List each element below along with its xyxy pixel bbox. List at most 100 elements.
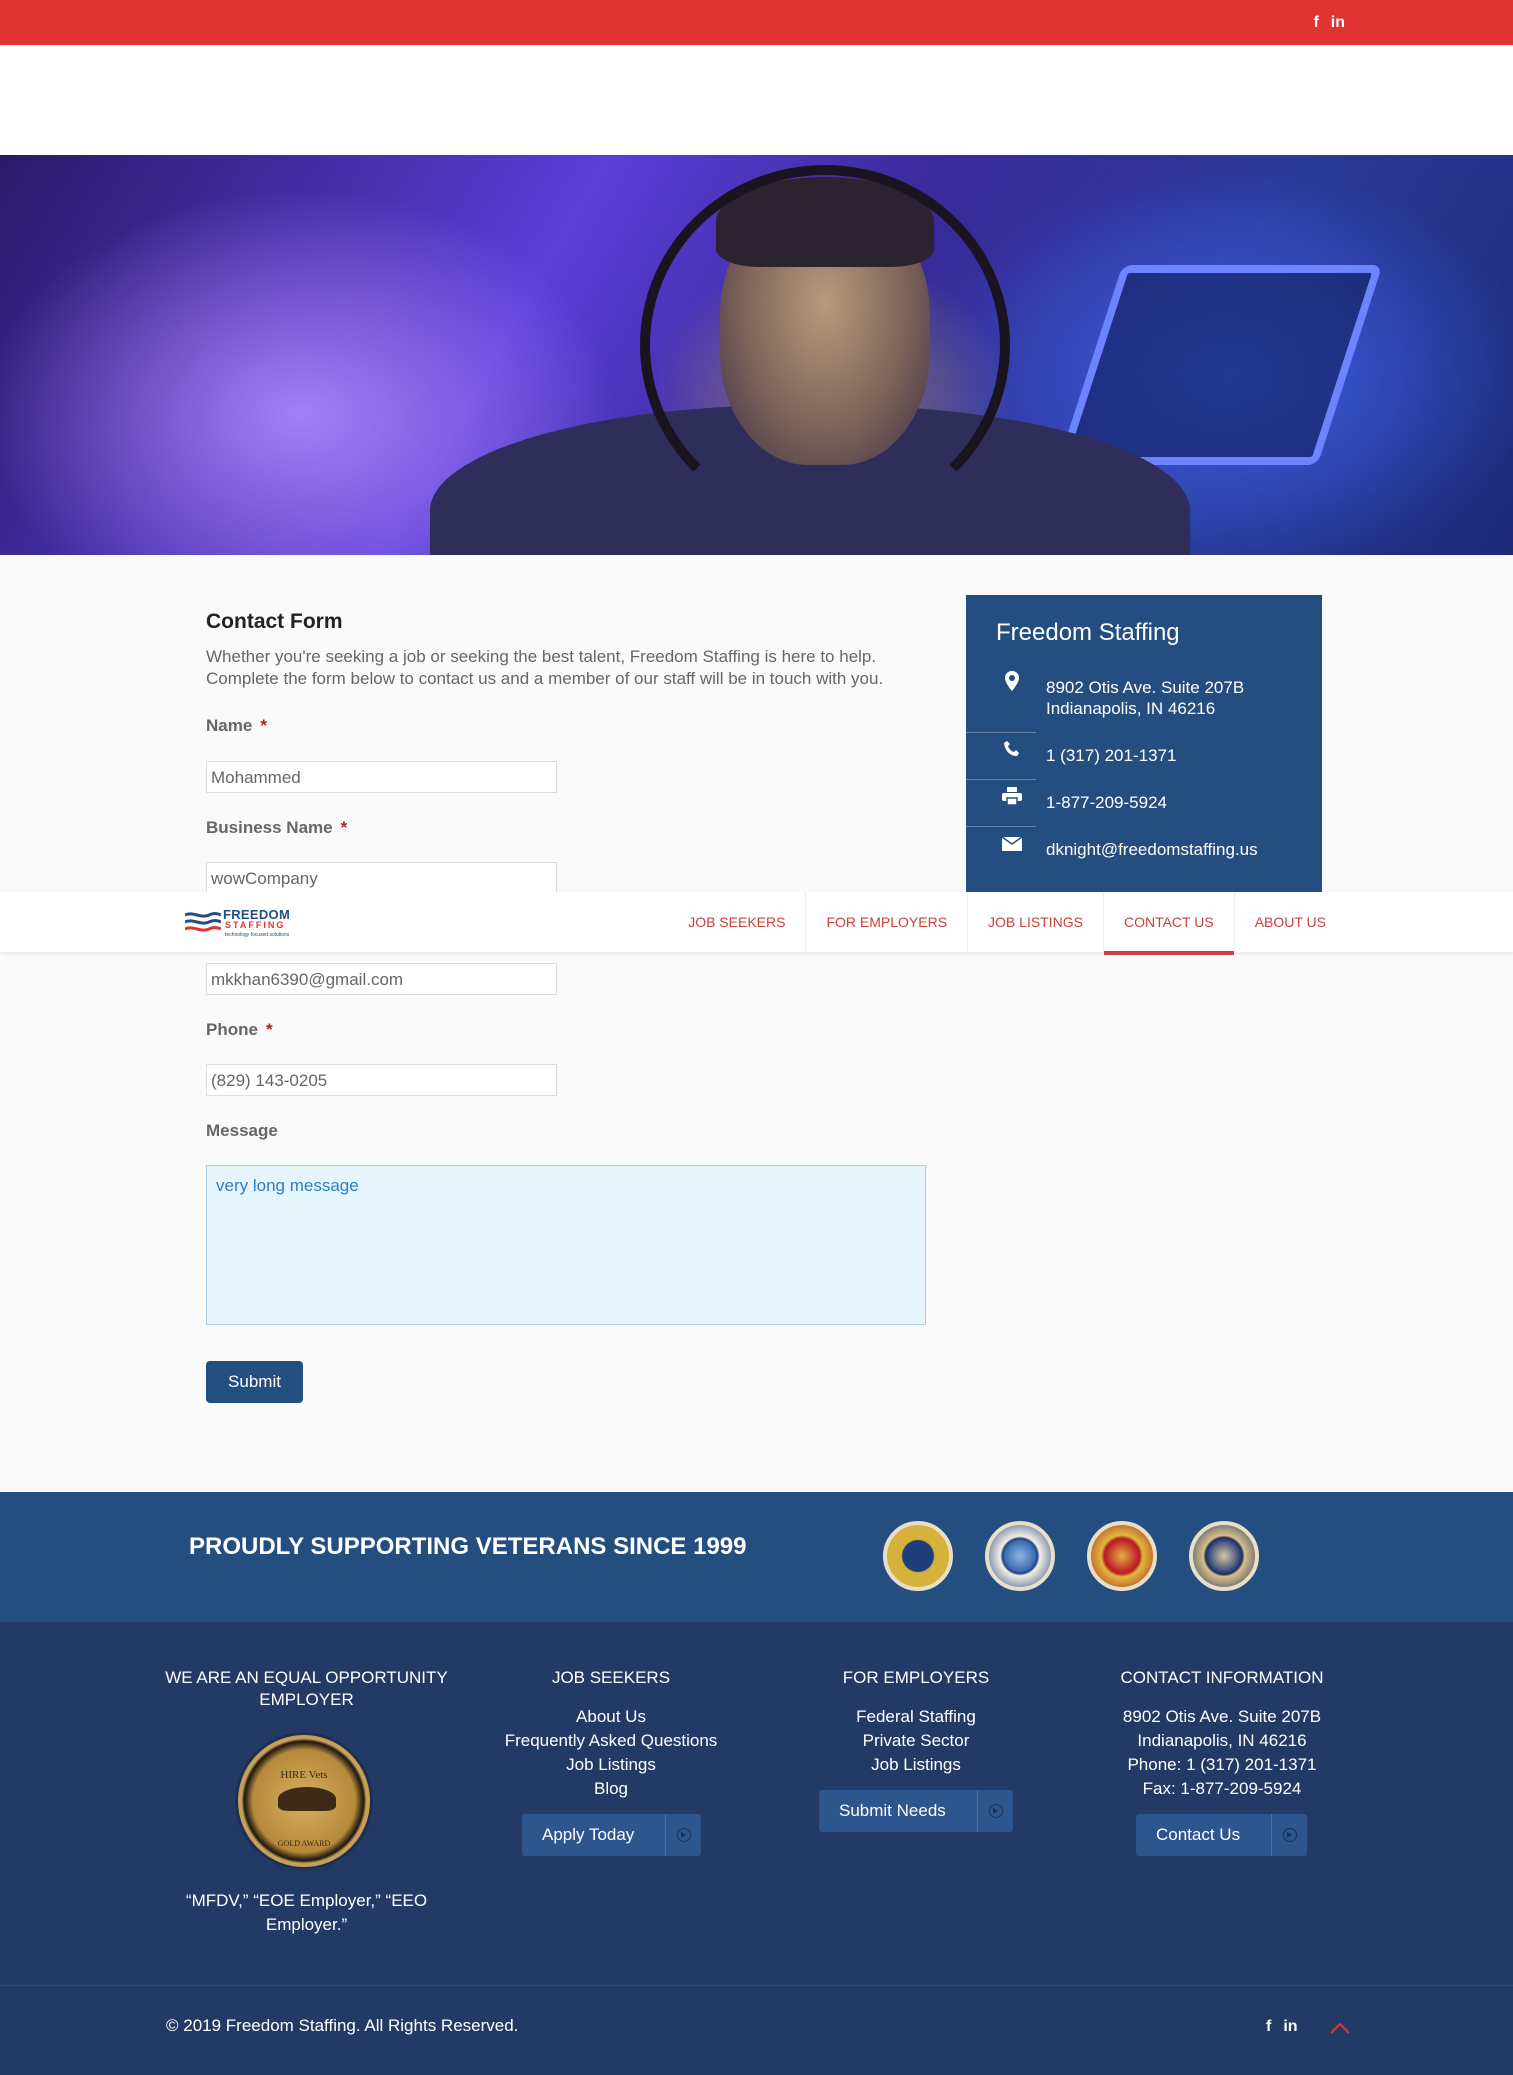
contact-us-button[interactable]: Contact Us: [1136, 1814, 1307, 1856]
main-navbar: FREEDOM STAFFING technology focused solu…: [0, 892, 1513, 955]
top-social-links: f in: [1313, 13, 1345, 33]
submit-needs-label: Submit Needs: [839, 1801, 946, 1820]
facebook-icon[interactable]: f: [1313, 13, 1318, 33]
logo-tagline: technology focused solutions: [225, 932, 290, 938]
footer-employers-title: FOR EMPLOYERS: [842, 1668, 990, 1687]
submit-button[interactable]: Submit: [206, 1361, 303, 1403]
logo-subname: STAFFING: [225, 920, 286, 930]
required-marker: *: [340, 818, 348, 837]
navy-seal-icon: [1189, 1521, 1259, 1591]
footer-col-contact: CONTACT INFORMATION 8902 Otis Ave. Suite…: [1087, 1667, 1357, 1801]
copyright-text: © 2019 Freedom Staffing. All Rights Rese…: [166, 2016, 519, 2035]
hire-vets-award-seal: HIRE Vets GOLD AWARD: [235, 1732, 373, 1870]
nav-item-job-seekers[interactable]: JOB SEEKERS: [668, 892, 805, 952]
hero-image: [0, 155, 1513, 555]
hero-headset: [640, 165, 1010, 525]
required-marker: *: [260, 716, 267, 735]
footer-contact-title: CONTACT INFORMATION: [1120, 1668, 1324, 1687]
info-email[interactable]: dknight@freedomstaffing.us: [1046, 839, 1258, 860]
linkedin-icon[interactable]: in: [1283, 2018, 1297, 2036]
freedom-staffing-logo[interactable]: FREEDOM STAFFING technology focused solu…: [185, 905, 295, 939]
footer-link-employer-job-listings[interactable]: Job Listings: [781, 1753, 1051, 1777]
name-label-text: Name: [206, 716, 253, 735]
divider: [966, 732, 1036, 733]
footer-contact-fax: Fax: 1-877-209-5924: [1142, 1779, 1302, 1798]
footer-link-federal-staffing[interactable]: Federal Staffing: [781, 1705, 1051, 1729]
header-spacer: [0, 45, 1513, 155]
nav-item-for-employers[interactable]: FOR EMPLOYERS: [805, 892, 967, 952]
award-text-bottom: GOLD AWARD: [277, 1839, 331, 1848]
award-text-top: HIRE Vets: [280, 1769, 328, 1781]
footer-contact-phone: Phone: 1 (317) 201-1371: [1127, 1755, 1317, 1774]
contact-us-label: Contact Us: [1156, 1825, 1241, 1844]
veterans-banner: PROUDLY SUPPORTING VETERANS SINCE 1999: [0, 1492, 1513, 1622]
name-field[interactable]: Mohammed: [206, 761, 557, 793]
name-label: Name *: [206, 716, 267, 736]
phone-icon: [1002, 740, 1022, 760]
facebook-icon[interactable]: f: [1266, 2018, 1271, 2036]
footer-link-blog[interactable]: Blog: [476, 1777, 746, 1801]
arrow-circle-icon: [665, 1814, 701, 1856]
business-name-label-text: Business Name: [206, 818, 333, 837]
info-phone: 1 (317) 201-1371: [1046, 746, 1177, 765]
footer-eoe-note: “MFDV,” “EOE Employer,” “EEO Employer.”: [185, 1891, 428, 1934]
footer-contact-address2: Indianapolis, IN 46216: [1137, 1731, 1307, 1750]
footer: WE ARE AN EQUAL OPPORTUNITY EMPLOYER HIR…: [0, 1622, 1513, 1985]
top-bar: f in: [0, 0, 1513, 45]
footer-col-employers: FOR EMPLOYERS Federal Staffing Private S…: [781, 1667, 1051, 1777]
info-address-line2: Indianapolis, IN 46216: [1046, 699, 1216, 718]
footer-link-about-us[interactable]: About Us: [476, 1705, 746, 1729]
divider: [966, 826, 1036, 827]
info-title: Freedom Staffing: [996, 619, 1180, 646]
divider: [966, 779, 1036, 780]
footer-link-faq[interactable]: Frequently Asked Questions: [476, 1729, 746, 1753]
required-marker: *: [265, 1020, 273, 1039]
footer-col-job-seekers: JOB SEEKERS About Us Frequently Asked Qu…: [476, 1667, 746, 1801]
form-title: Contact Form: [206, 610, 343, 633]
copyright-bar: © 2019 Freedom Staffing. All Rights Rese…: [0, 1985, 1513, 2075]
back-to-top-icon[interactable]: [1330, 2017, 1350, 2037]
info-fax: 1-877-209-5924: [1046, 793, 1167, 812]
footer-col-eoe: WE ARE AN EQUAL OPPORTUNITY EMPLOYER: [163, 1667, 450, 1711]
veterans-title: PROUDLY SUPPORTING VETERANS SINCE 1999: [189, 1533, 747, 1560]
info-address-line1: 8902 Otis Ave. Suite 207B: [1046, 678, 1245, 697]
footer-eoe-title: WE ARE AN EQUAL OPPORTUNITY EMPLOYER: [165, 1668, 448, 1709]
phone-field[interactable]: (829) 143-0205: [206, 1064, 557, 1096]
arrow-circle-shape: [988, 1804, 1003, 1818]
footer-social-links: f in: [1266, 2018, 1298, 2036]
nav-item-about-us[interactable]: ABOUT US: [1233, 892, 1346, 952]
apply-today-button[interactable]: Apply Today: [522, 1814, 701, 1856]
business-name-field[interactable]: wowCompany: [206, 862, 557, 894]
email-field[interactable]: mkkhan6390@gmail.com: [206, 963, 557, 995]
arrow-circle-icon: [977, 1790, 1013, 1832]
message-textarea[interactable]: very long message: [206, 1165, 926, 1325]
arrow-circle-shape: [676, 1828, 691, 1842]
marine-corps-seal-icon: [1087, 1521, 1157, 1591]
printer-icon: [1002, 787, 1022, 807]
nav-menu: JOB SEEKERS FOR EMPLOYERS JOB LISTINGS C…: [668, 892, 1346, 955]
form-intro: Whether you're seeking a job or seeking …: [206, 647, 884, 688]
footer-contact-address1: 8902 Otis Ave. Suite 207B: [1122, 1707, 1322, 1726]
contact-form-header: Contact Form Whether you're seeking a jo…: [206, 610, 946, 690]
envelope-icon: [1001, 835, 1023, 855]
nav-item-contact-us[interactable]: CONTACT US: [1102, 892, 1234, 955]
footer-eoe-note-wrap: “MFDV,” “EOE Employer,” “EEO Employer.”: [175, 1889, 438, 1937]
linkedin-icon[interactable]: in: [1331, 13, 1345, 33]
footer-link-private-sector[interactable]: Private Sector: [781, 1729, 1051, 1753]
hero-chair: [1057, 265, 1383, 465]
map-pin-icon: [1002, 671, 1022, 691]
company-info-box: Freedom Staffing 8902 Otis Ave. Suite 20…: [966, 595, 1322, 895]
nav-item-job-listings[interactable]: JOB LISTINGS: [967, 892, 1103, 952]
message-label: Message: [206, 1121, 278, 1140]
army-seal-icon: [883, 1521, 953, 1591]
arrow-circle-icon: [1271, 1814, 1307, 1856]
info-address: 8902 Otis Ave. Suite 207B Indianapolis, …: [1046, 677, 1244, 719]
phone-label: Phone *: [206, 1020, 273, 1040]
business-name-label: Business Name *: [206, 818, 347, 838]
footer-job-seekers-title: JOB SEEKERS: [551, 1668, 671, 1687]
phone-label-text: Phone: [206, 1020, 258, 1039]
air-force-seal-icon: [985, 1521, 1055, 1591]
arrow-circle-shape: [1282, 1828, 1297, 1842]
submit-needs-button[interactable]: Submit Needs: [819, 1790, 1013, 1832]
footer-link-job-listings[interactable]: Job Listings: [476, 1753, 746, 1777]
